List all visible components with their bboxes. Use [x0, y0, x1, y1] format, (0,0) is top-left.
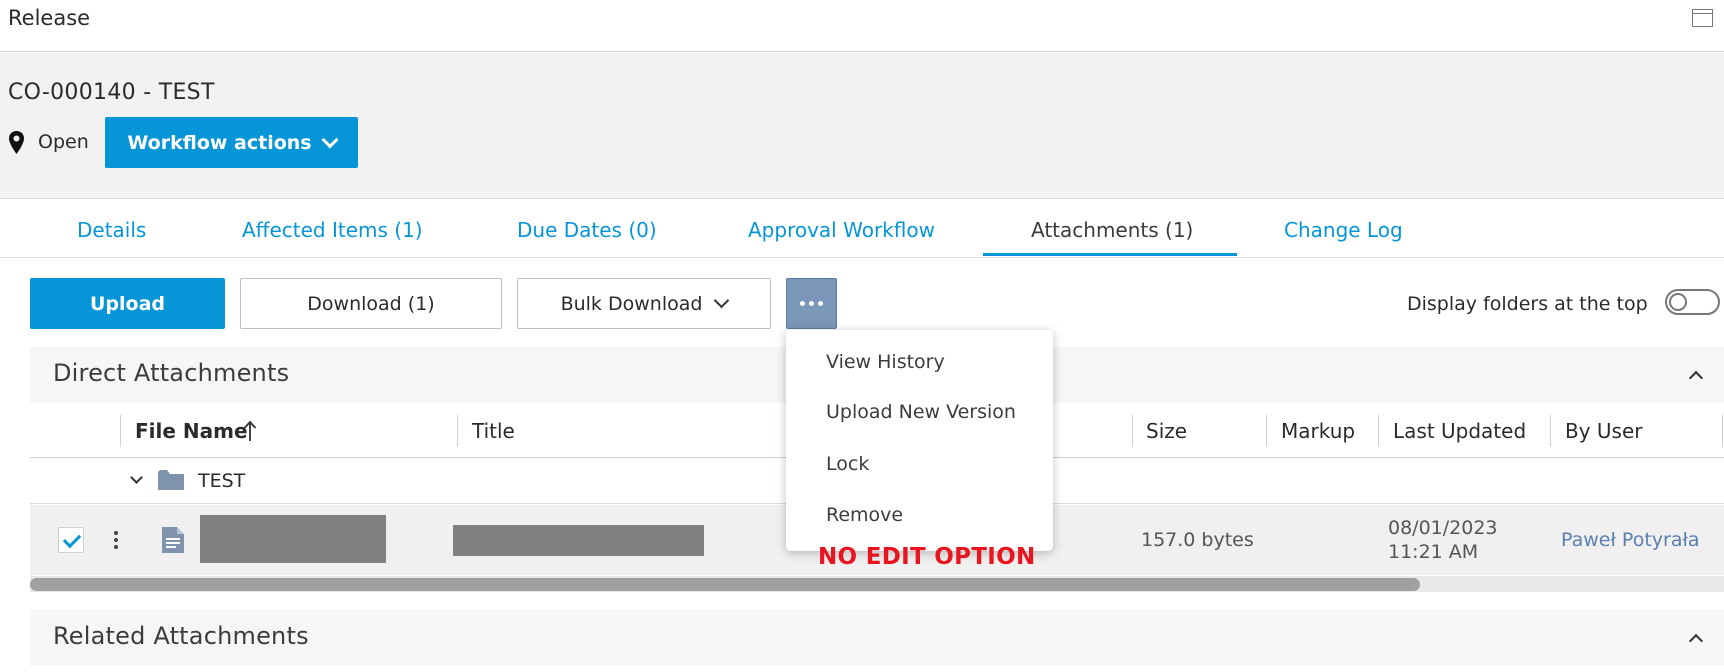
- chevron-up-icon[interactable]: [1688, 370, 1704, 386]
- chevron-down-icon: [714, 292, 730, 309]
- chevron-up-icon[interactable]: [1688, 633, 1704, 649]
- column-header-size[interactable]: Size: [1146, 419, 1187, 443]
- workflow-state: Open: [38, 131, 89, 153]
- column-separator[interactable]: [120, 415, 121, 447]
- kebab-dot: [114, 545, 118, 549]
- workflow-actions-label: Workflow actions: [127, 131, 312, 154]
- redacted-title: [453, 525, 704, 556]
- kebab-dot: [114, 538, 118, 542]
- annotation-note: NO EDIT OPTION: [818, 544, 1036, 570]
- file-size: 157.0 bytes: [1141, 529, 1254, 551]
- workflow-actions-button[interactable]: Workflow actions: [105, 117, 358, 168]
- display-folders-toggle[interactable]: [1665, 289, 1720, 315]
- column-header-file-name[interactable]: File Name: [135, 419, 248, 443]
- section-title: Related Attachments: [53, 622, 309, 650]
- ellipsis-dot: [800, 301, 805, 306]
- row-menu-icon[interactable]: [114, 531, 118, 549]
- upload-label: Upload: [89, 292, 166, 315]
- more-actions-button[interactable]: [786, 278, 837, 329]
- folder-icon: [158, 470, 184, 490]
- section-title: Direct Attachments: [53, 359, 290, 387]
- column-separator[interactable]: [1378, 415, 1379, 447]
- document-icon: [162, 527, 184, 553]
- bulk-download-label: Bulk Download: [560, 292, 703, 315]
- column-header-title[interactable]: Title: [472, 419, 515, 443]
- column-separator[interactable]: [1266, 415, 1267, 447]
- kebab-dot: [114, 531, 118, 535]
- download-button[interactable]: Download (1): [240, 278, 502, 329]
- column-header-last-updated[interactable]: Last Updated: [1393, 419, 1526, 443]
- redacted-file-name[interactable]: [200, 515, 386, 563]
- menu-item-view-history[interactable]: View History: [826, 351, 945, 373]
- bulk-download-button[interactable]: Bulk Download: [517, 278, 771, 329]
- ellipsis-dot: [809, 301, 814, 306]
- column-separator[interactable]: [1132, 415, 1133, 447]
- record-title: CO-000140 - TEST: [8, 80, 215, 105]
- sort-ascending-icon[interactable]: [243, 420, 257, 442]
- column-separator[interactable]: [457, 415, 458, 447]
- tab-due-dates[interactable]: Due Dates (0): [517, 218, 657, 242]
- tab-attachments[interactable]: Attachments (1): [1031, 218, 1193, 242]
- more-actions-menu: View History Upload New Version Lock Rem…: [786, 330, 1053, 551]
- upload-button[interactable]: Upload: [30, 278, 225, 329]
- menu-item-remove[interactable]: Remove: [826, 504, 903, 526]
- horizontal-scrollbar-thumb[interactable]: [30, 578, 1420, 591]
- menu-item-upload-new-version[interactable]: Upload New Version: [826, 401, 1016, 423]
- active-tab-indicator: [983, 253, 1237, 256]
- toggle-knob: [1669, 293, 1687, 311]
- column-separator[interactable]: [1722, 415, 1723, 447]
- tab-affected-items[interactable]: Affected Items (1): [242, 218, 423, 242]
- map-pin-icon: [9, 131, 24, 154]
- download-label: Download (1): [307, 292, 435, 315]
- tab-approval-workflow[interactable]: Approval Workflow: [748, 218, 935, 242]
- row-checkbox[interactable]: [58, 527, 84, 553]
- by-user-link[interactable]: Paweł Potyrała: [1561, 529, 1700, 551]
- record-header: CO-000140 - TEST Open Workflow actions: [0, 53, 1724, 199]
- menu-item-lock[interactable]: Lock: [826, 453, 869, 475]
- window-titlebar: Release: [0, 0, 1724, 52]
- ellipsis-dot: [818, 301, 823, 306]
- folder-name: TEST: [198, 470, 246, 492]
- tab-bar: Details Affected Items (1) Due Dates (0)…: [0, 200, 1724, 258]
- tab-details[interactable]: Details: [77, 218, 146, 242]
- display-folders-label: Display folders at the top: [1407, 293, 1648, 315]
- column-separator[interactable]: [1550, 415, 1551, 447]
- column-header-markup[interactable]: Markup: [1281, 419, 1355, 443]
- last-updated-time: 11:21 AM: [1388, 541, 1479, 563]
- chevron-down-icon: [321, 131, 339, 148]
- chevron-down-icon[interactable]: [130, 471, 143, 484]
- tab-change-log[interactable]: Change Log: [1284, 218, 1403, 242]
- window-restore-icon[interactable]: [1692, 9, 1713, 27]
- column-header-by-user[interactable]: By User: [1565, 419, 1643, 443]
- last-updated-date: 08/01/2023: [1388, 517, 1498, 539]
- window-title: Release: [8, 6, 91, 30]
- related-attachments-section[interactable]: Related Attachments: [30, 610, 1724, 666]
